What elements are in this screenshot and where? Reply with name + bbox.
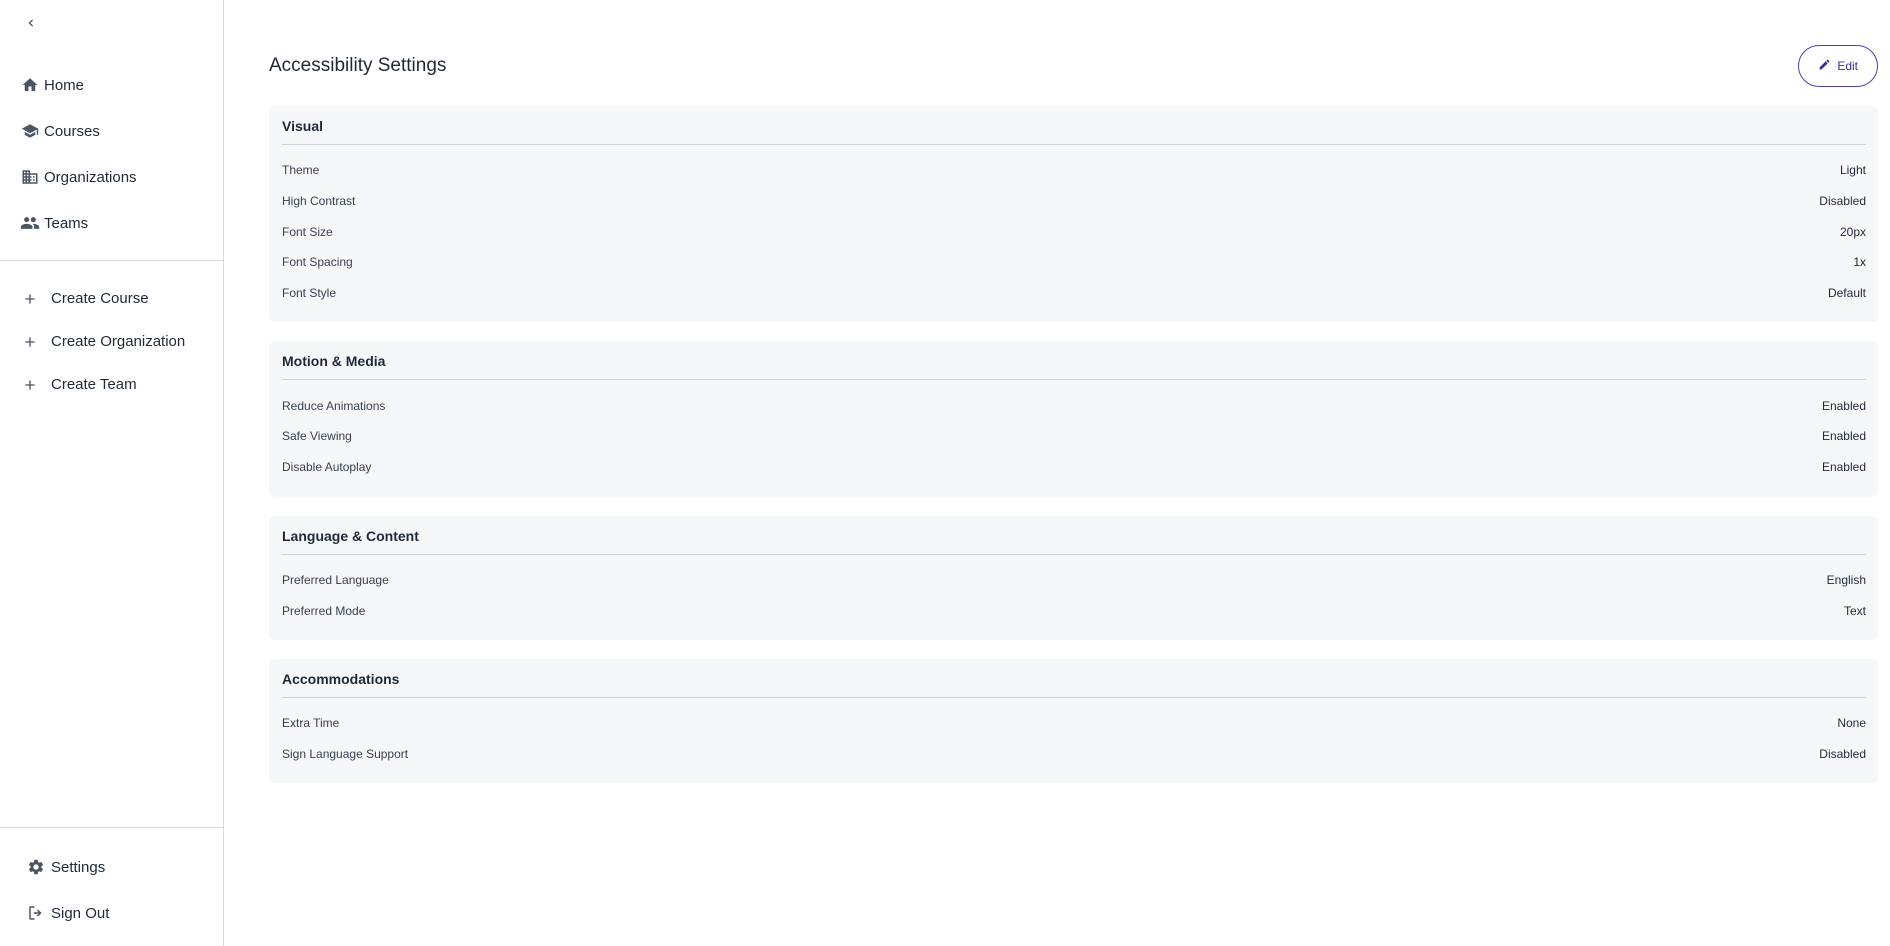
setting-value: Text <box>1843 603 1866 618</box>
setting-value: English <box>1826 572 1866 587</box>
main-nav: Home Courses Organizations Teams <box>0 62 223 246</box>
setting-row: Safe Viewing Enabled <box>282 421 1866 452</box>
setting-label: Preferred Mode <box>282 603 366 618</box>
collapse-sidebar-button[interactable] <box>20 14 42 36</box>
sidebar-item-organizations[interactable]: Organizations <box>0 154 223 200</box>
sidebar-item-label: Teams <box>44 214 89 232</box>
section-motion-media: Motion & Media Reduce Animations Enabled … <box>269 341 1878 497</box>
setting-label: Theme <box>282 163 320 178</box>
section-title: Accommodations <box>282 671 1866 698</box>
gear-icon <box>26 857 46 877</box>
plus-icon <box>20 375 40 395</box>
setting-label: High Contrast <box>282 194 356 209</box>
bottom-item-label: Settings <box>51 858 106 876</box>
people-icon <box>20 213 40 233</box>
bottom-item-label: Sign Out <box>51 904 110 922</box>
setting-value: Disabled <box>1819 194 1866 209</box>
setting-value: Enabled <box>1821 429 1866 444</box>
setting-value: None <box>1837 716 1866 731</box>
setting-value: Disabled <box>1819 746 1866 761</box>
sidebar-item-label: Organizations <box>44 168 137 186</box>
edit-button[interactable]: Edit <box>1798 45 1878 87</box>
create-item-label: Create Course <box>51 290 149 307</box>
section-title: Language & Content <box>282 528 1866 555</box>
sidebar-item-home[interactable]: Home <box>0 62 223 108</box>
create-nav: Create Course Create Organization Create… <box>0 277 223 406</box>
create-team-button[interactable]: Create Team <box>0 363 223 406</box>
section-rows: Preferred Language English Preferred Mode… <box>282 555 1866 626</box>
sidebar-divider <box>0 260 223 261</box>
building-icon <box>20 167 40 187</box>
pencil-icon <box>1818 58 1831 74</box>
page-header: Accessibility Settings Edit <box>269 45 1878 87</box>
plus-icon <box>20 332 40 352</box>
sidebar-item-teams[interactable]: Teams <box>0 200 223 246</box>
setting-value: Enabled <box>1821 398 1866 413</box>
edit-button-label: Edit <box>1837 59 1858 73</box>
plus-icon <box>20 289 40 309</box>
section-visual: Visual Theme Light High Contrast Disabled … <box>269 106 1878 323</box>
setting-row: Sign Language Support Disabled <box>282 739 1866 770</box>
create-item-label: Create Team <box>51 376 137 393</box>
setting-row: Preferred Mode Text <box>282 595 1866 626</box>
app-root: Home Courses Organizations Teams Create … <box>0 0 1890 946</box>
setting-value: Default <box>1827 286 1866 301</box>
setting-row: Extra Time None <box>282 708 1866 739</box>
settings-button[interactable]: Settings <box>0 844 223 890</box>
setting-row: Theme Light <box>282 155 1866 186</box>
setting-row: Preferred Language English <box>282 565 1866 596</box>
setting-label: Disable Autoplay <box>282 460 372 475</box>
setting-label: Font Style <box>282 286 337 301</box>
sign-out-button[interactable]: Sign Out <box>0 890 223 936</box>
setting-value: Enabled <box>1821 460 1866 475</box>
setting-label: Font Spacing <box>282 255 353 270</box>
create-item-label: Create Organization <box>51 333 186 350</box>
main-content: Accessibility Settings Edit Visual Theme… <box>224 0 1890 946</box>
setting-row: Reduce Animations Enabled <box>282 390 1866 421</box>
section-rows: Theme Light High Contrast Disabled Font Si… <box>282 145 1866 308</box>
setting-label: Extra Time <box>282 716 340 731</box>
setting-row: High Contrast Disabled <box>282 186 1866 217</box>
setting-row: Disable Autoplay Enabled <box>282 452 1866 483</box>
sidebar-bottom: Settings Sign Out <box>0 827 223 946</box>
section-language-content: Language & Content Preferred Language Eng… <box>269 515 1878 640</box>
section-rows: Reduce Animations Enabled Safe Viewing Ena… <box>282 380 1866 482</box>
setting-value: 1x <box>1853 255 1866 270</box>
setting-label: Font Size <box>282 224 333 239</box>
setting-label: Preferred Language <box>282 572 389 587</box>
section-title: Visual <box>282 118 1866 145</box>
sidebar-item-label: Home <box>44 76 85 94</box>
sidebar-item-courses[interactable]: Courses <box>0 108 223 154</box>
setting-row: Font Size 20px <box>282 216 1866 247</box>
sections-container: Visual Theme Light High Contrast Disabled … <box>269 106 1878 784</box>
section-accommodations: Accommodations Extra Time None Sign Langu… <box>269 658 1878 784</box>
home-icon <box>20 75 40 95</box>
setting-row: Font Spacing 1x <box>282 247 1866 278</box>
section-title: Motion & Media <box>282 353 1866 381</box>
create-organization-button[interactable]: Create Organization <box>0 320 223 363</box>
setting-label: Sign Language Support <box>282 746 409 761</box>
sidebar-item-label: Courses <box>44 122 100 140</box>
page-title: Accessibility Settings <box>269 55 447 76</box>
setting-value: 20px <box>1839 224 1866 239</box>
setting-label: Safe Viewing <box>282 429 352 444</box>
school-icon <box>20 121 40 141</box>
chevron-left-icon <box>24 16 38 35</box>
section-rows: Extra Time None Sign Language Support Disa… <box>282 698 1866 769</box>
setting-row: Font Style Default <box>282 278 1866 309</box>
logout-icon <box>26 903 46 923</box>
setting-label: Reduce Animations <box>282 398 386 413</box>
sidebar: Home Courses Organizations Teams Create … <box>0 0 224 946</box>
create-course-button[interactable]: Create Course <box>0 277 223 320</box>
setting-value: Light <box>1839 163 1866 178</box>
